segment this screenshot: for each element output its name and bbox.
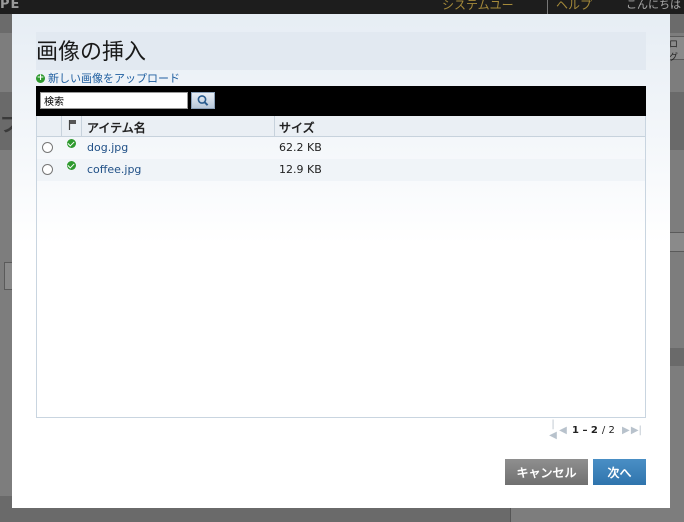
app-brand: PE xyxy=(0,0,21,12)
flag-icon xyxy=(68,120,76,130)
greeting-text: こんにちは xyxy=(626,0,681,11)
cancel-button[interactable]: キャンセル xyxy=(505,459,588,485)
search-button[interactable] xyxy=(191,92,215,109)
pager: |◀ ◀ 1 – 2 / 2 ▶ ▶| xyxy=(548,419,648,441)
check-circle-icon xyxy=(67,161,76,170)
upload-new-image-link[interactable]: + 新しい画像をアップロード xyxy=(36,70,180,86)
header-size[interactable]: サイズ xyxy=(275,116,645,136)
select-radio[interactable] xyxy=(42,164,53,175)
dialog-title-bar: 画像の挿入 xyxy=(36,32,646,70)
nav-separator xyxy=(547,0,548,14)
file-size: 62.2 KB xyxy=(279,141,322,154)
file-size: 12.9 KB xyxy=(279,163,322,176)
upload-link-label: 新しい画像をアップロード xyxy=(48,72,180,85)
search-input[interactable] xyxy=(40,92,188,109)
file-name[interactable]: dog.jpg xyxy=(87,141,128,154)
nav-help[interactable]: ヘルプ xyxy=(556,0,592,13)
prev-page-icon[interactable]: ◀ xyxy=(558,425,568,436)
header-item-name[interactable]: アイテム名 xyxy=(82,116,275,136)
header-status-column[interactable] xyxy=(62,116,82,136)
insert-image-dialog: 画像の挿入 + 新しい画像をアップロード アイテム名 xyxy=(12,14,670,508)
next-page-icon[interactable]: ▶ xyxy=(621,425,631,436)
pager-total: / 2 xyxy=(601,424,615,436)
first-page-icon[interactable]: |◀ xyxy=(548,419,558,441)
search-bar xyxy=(36,86,646,116)
grid-header: アイテム名 サイズ xyxy=(37,116,645,137)
check-circle-icon xyxy=(67,139,76,148)
header-item-name-label: アイテム名 xyxy=(87,121,146,135)
select-radio[interactable] xyxy=(42,142,53,153)
header-select-column xyxy=(37,116,62,136)
header-size-label: サイズ xyxy=(279,121,315,135)
last-page-icon[interactable]: ▶| xyxy=(631,425,642,436)
image-list-grid: アイテム名 サイズ dog.jpg 62.2 KB coffee.jpg 12.… xyxy=(36,116,646,418)
plus-icon: + xyxy=(36,72,45,83)
table-row[interactable]: coffee.jpg 12.9 KB xyxy=(37,159,645,181)
table-row[interactable]: dog.jpg 62.2 KB xyxy=(37,137,645,159)
login-tab[interactable]: ログ xyxy=(668,36,684,63)
pager-range: 1 – 2 xyxy=(572,424,598,436)
file-name[interactable]: coffee.jpg xyxy=(87,163,141,176)
nav-system-users[interactable]: システムユー xyxy=(442,0,514,13)
search-icon xyxy=(197,95,209,106)
dialog-title: 画像の挿入 xyxy=(36,40,147,65)
next-button[interactable]: 次へ xyxy=(593,459,646,485)
